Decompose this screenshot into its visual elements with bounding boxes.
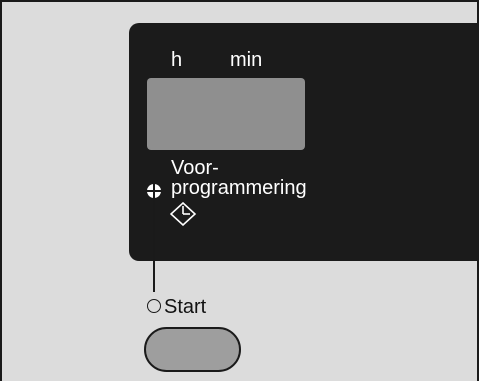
- delay-start-label-line2: programmering: [171, 177, 307, 199]
- indicator-connector-line: [153, 196, 155, 292]
- clock-delay-icon: [170, 202, 197, 226]
- hours-label: h: [171, 49, 183, 71]
- delay-start-label: Voor- programmering: [171, 158, 307, 198]
- delay-start-label-line1: Voor-: [171, 157, 219, 179]
- start-button[interactable]: [144, 327, 241, 372]
- start-label: Start: [164, 296, 207, 318]
- time-display: [147, 78, 305, 150]
- start-indicator-icon: [147, 299, 161, 313]
- minutes-label: min: [230, 49, 263, 71]
